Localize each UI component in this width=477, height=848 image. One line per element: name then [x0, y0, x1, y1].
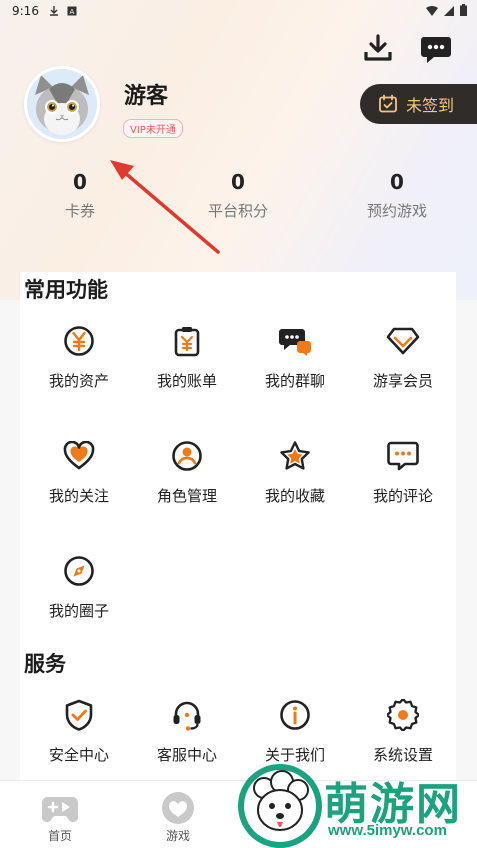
svg-text:A: A: [69, 8, 74, 16]
stats-row: 0 卡券 0 平台积分 0 预约游戏: [0, 170, 477, 230]
heart-icon: [63, 441, 95, 470]
gear-icon: [387, 699, 419, 731]
menu-item-label: 游享会员: [372, 372, 433, 390]
shield-check-icon: [65, 699, 93, 731]
download-button[interactable]: [361, 32, 395, 66]
tab-home[interactable]: 首页: [30, 791, 90, 844]
status-time: 9:16: [12, 4, 39, 18]
watermark-url: www.5imyw.com: [328, 822, 447, 839]
signin-label: 未签到: [406, 96, 455, 115]
services-title: 服务: [24, 652, 66, 676]
star-icon: [280, 441, 310, 470]
calendar-check-icon: [379, 94, 397, 113]
functions-card: 常用功能 我的资产 我的账单 我的群聊 游享会员 我的关注 角色管理 我的收藏 …: [20, 272, 456, 787]
diamond-icon: [386, 327, 420, 355]
group-chat-icon: [279, 329, 311, 356]
menu-item-my-bills[interactable]: 我的账单: [133, 324, 241, 391]
user-circle-icon: [172, 441, 202, 471]
battery-icon: [460, 4, 467, 19]
menu-item-my-circles[interactable]: 我的圈子: [25, 554, 133, 621]
menu-item-label: 我的资产: [48, 372, 109, 390]
service-item-about-us[interactable]: 关于我们: [241, 698, 349, 765]
menu-item-my-follows[interactable]: 我的关注: [25, 439, 133, 506]
top-actions: [361, 32, 453, 66]
app-status-icon: A: [67, 6, 77, 16]
menu-item-label: 安全中心: [48, 746, 109, 764]
stat-value: 0: [390, 170, 404, 194]
menu-item-my-comments[interactable]: 我的评论: [349, 439, 457, 506]
bill-clipboard-icon: [174, 327, 200, 357]
avatar[interactable]: [24, 66, 100, 142]
stat-coupons[interactable]: 0 卡券: [20, 170, 140, 221]
stat-value: 0: [73, 170, 87, 194]
tab-label: 游戏: [165, 829, 190, 843]
menu-item-my-assets[interactable]: 我的资产: [25, 324, 133, 391]
menu-item-label: 我的群聊: [264, 372, 325, 390]
tab-label: 首页: [47, 829, 72, 843]
stat-points[interactable]: 0 平台积分: [178, 170, 298, 221]
menu-item-group-chat[interactable]: 我的群聊: [241, 324, 349, 391]
service-item-security-center[interactable]: 安全中心: [25, 698, 133, 765]
wifi-icon: [426, 5, 438, 19]
headset-icon: [173, 701, 201, 731]
cat-avatar-icon: [27, 69, 97, 139]
message-bubble-icon: [421, 37, 451, 63]
service-item-system-settings[interactable]: 系统设置: [349, 698, 457, 765]
info-icon: [280, 700, 310, 730]
yen-coin-icon: [64, 326, 94, 356]
menu-item-label: 我的关注: [48, 487, 109, 505]
stat-label: 平台积分: [207, 202, 268, 220]
menu-item-role-management[interactable]: 角色管理: [133, 439, 241, 506]
signin-button[interactable]: 未签到: [360, 84, 477, 124]
status-bar: 9:16 A: [0, 0, 477, 22]
menu-item-label: 客服中心: [156, 746, 217, 764]
download-status-icon: [49, 6, 59, 16]
menu-item-label: 我的评论: [372, 487, 433, 505]
compass-icon: [64, 556, 94, 586]
tab-games[interactable]: 游戏: [148, 791, 208, 844]
stat-reserved-games[interactable]: 0 预约游戏: [337, 170, 457, 221]
watermark: 萌游网 www.5imyw.com: [232, 758, 477, 848]
gamepad-icon: [42, 797, 78, 822]
menu-item-label: 我的圈子: [48, 602, 109, 620]
service-item-customer-service[interactable]: 客服中心: [133, 698, 241, 765]
menu-item-vip-membership[interactable]: 游享会员: [349, 324, 457, 391]
menu-item-label: 我的收藏: [264, 487, 325, 505]
heart-bubble-icon: [162, 792, 194, 824]
vip-status-badge[interactable]: VIP未开通: [123, 119, 183, 138]
messages-button[interactable]: [419, 32, 453, 66]
signal-icon: [444, 5, 454, 19]
menu-item-label: 角色管理: [156, 487, 217, 505]
username: 游客: [124, 83, 169, 108]
stat-label: 预约游戏: [366, 202, 427, 220]
menu-item-favorites[interactable]: 我的收藏: [241, 439, 349, 506]
poodle-logo-icon: [238, 764, 322, 848]
common-functions-title: 常用功能: [24, 278, 108, 302]
download-icon: [364, 34, 392, 61]
stat-label: 卡券: [64, 202, 95, 220]
stat-value: 0: [231, 170, 245, 194]
menu-item-label: 我的账单: [156, 372, 217, 390]
comment-icon: [387, 441, 419, 471]
